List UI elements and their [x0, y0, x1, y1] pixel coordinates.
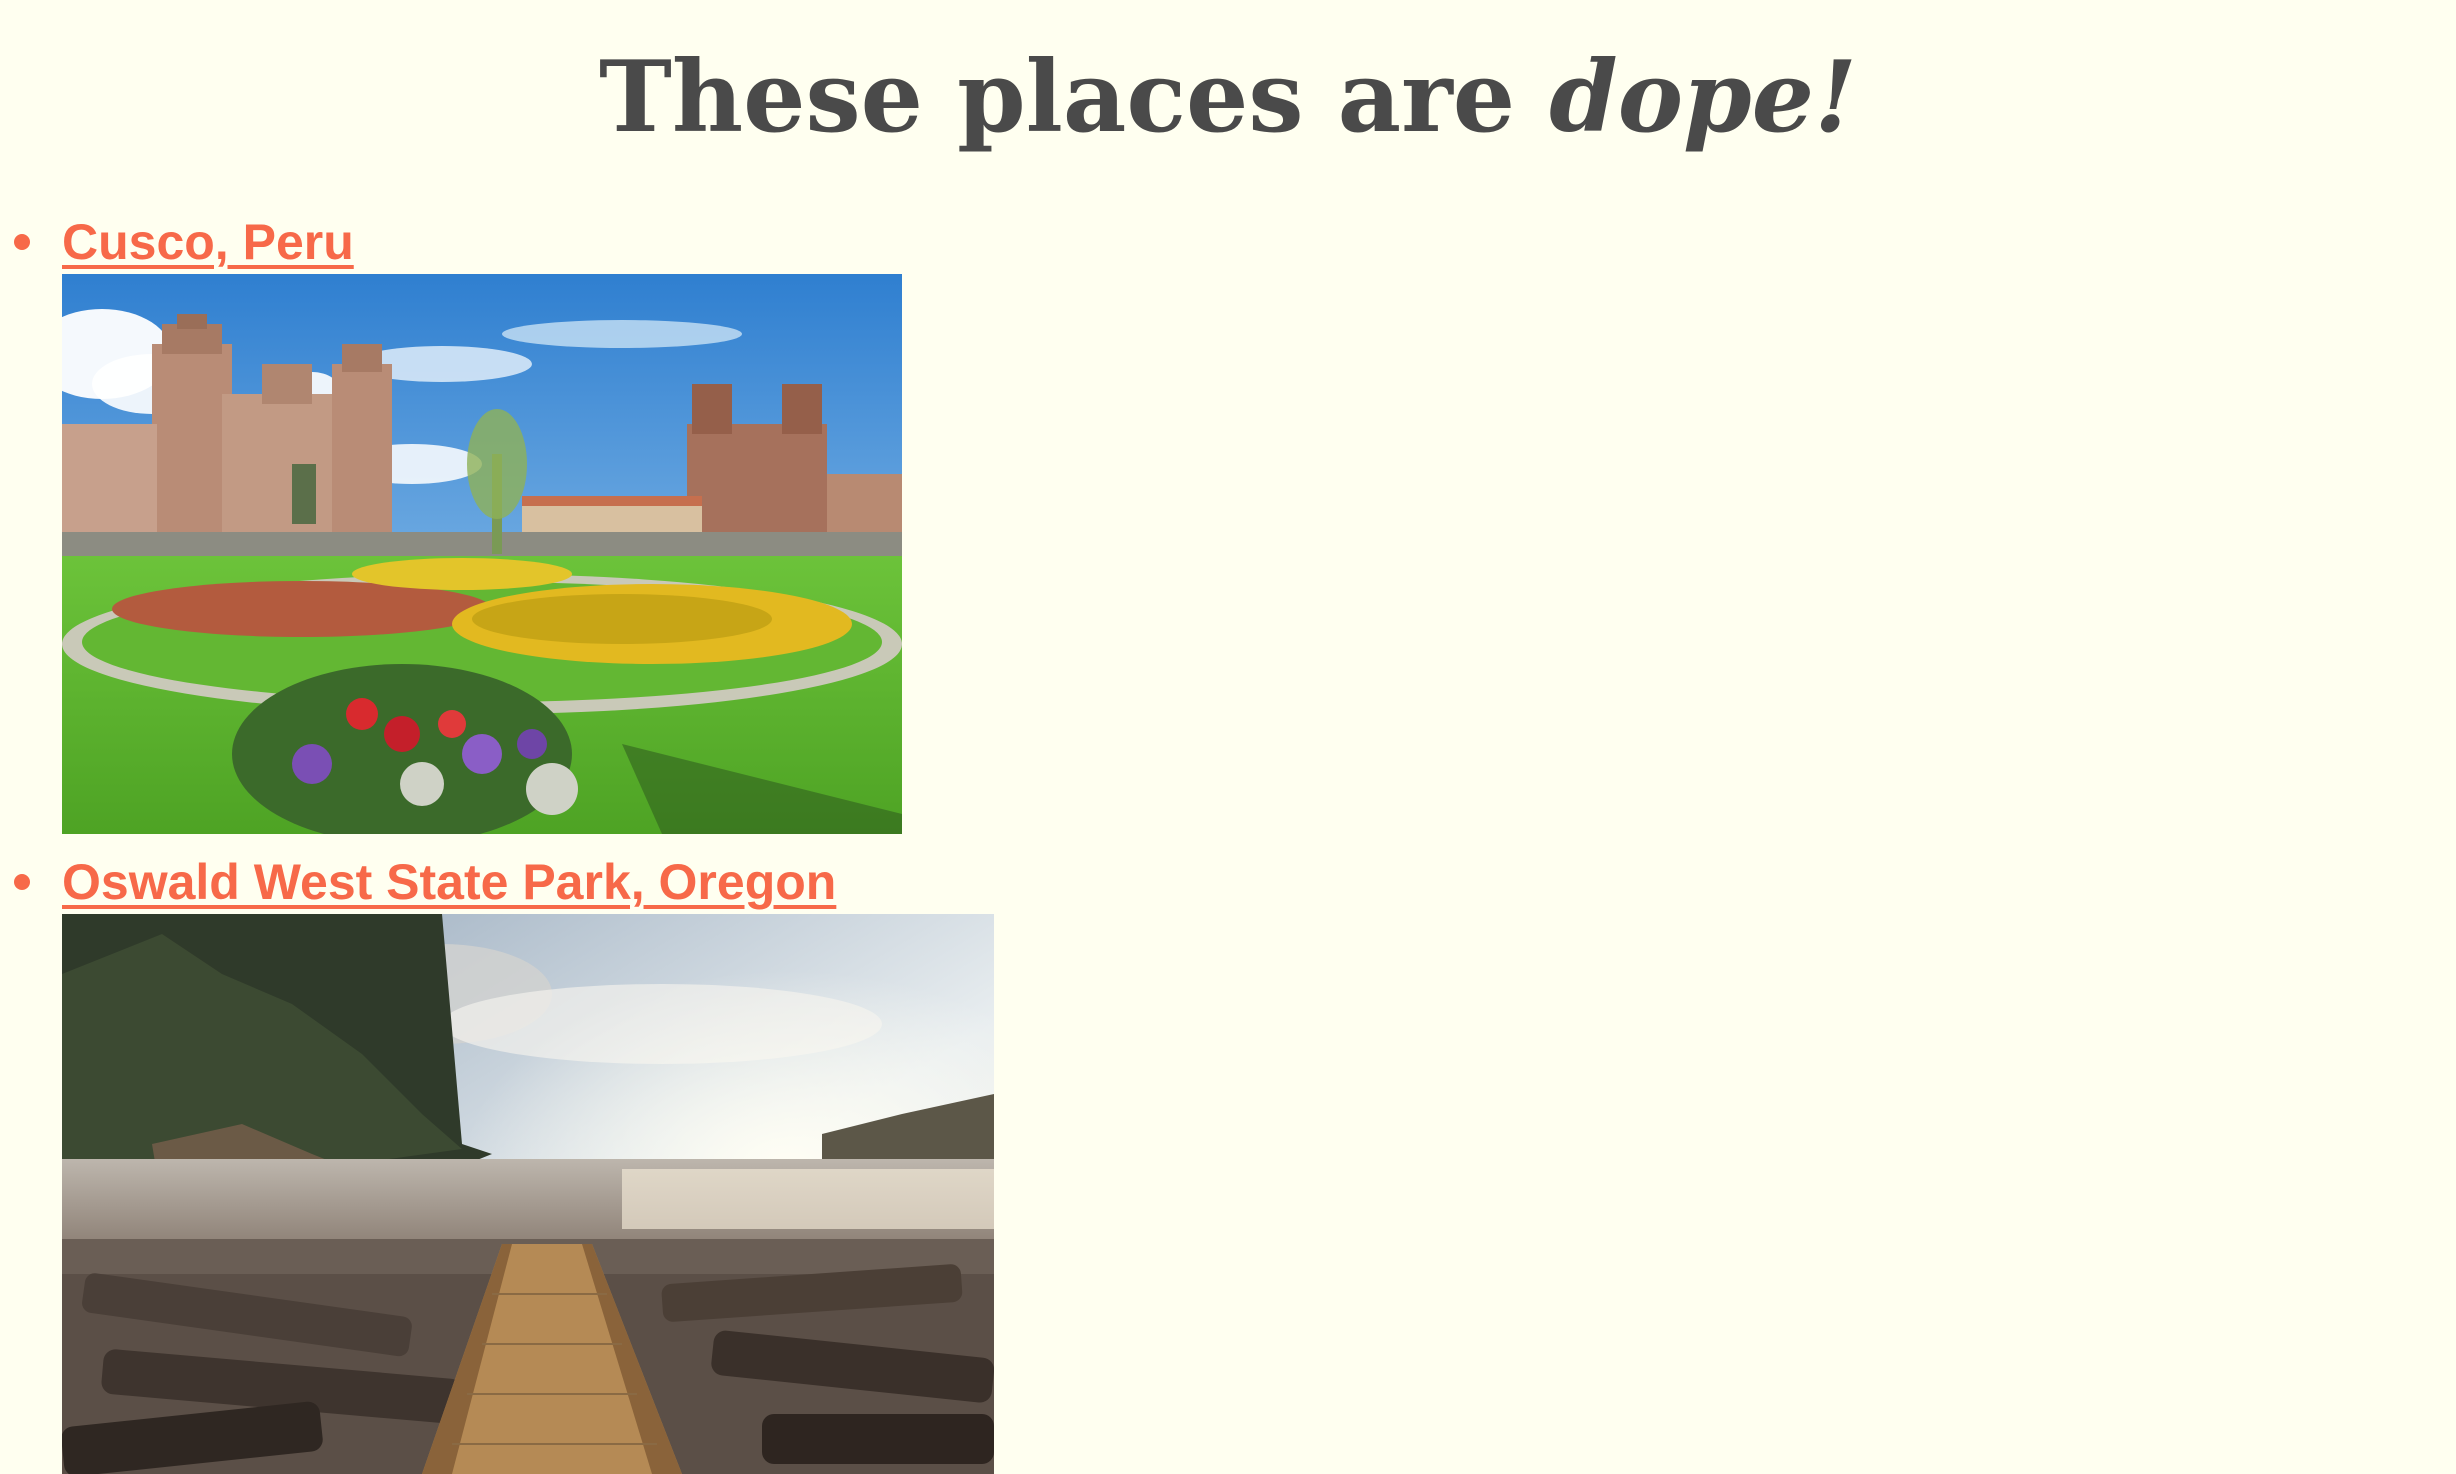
oswald-west-photo	[62, 914, 994, 1474]
bullet-icon	[14, 874, 30, 890]
page-title-emphasis: dope!	[1549, 40, 1858, 155]
place-link-cusco[interactable]: Cusco, Peru	[62, 210, 994, 274]
list-item: Oswald West State Park, Oregon	[0, 850, 994, 1474]
page-title: These places are dope!	[0, 38, 2456, 158]
place-link-oswald-west[interactable]: Oswald West State Park, Oregon	[62, 850, 994, 914]
places-list: Cusco, Peru Oswald West State Park, Oreg…	[0, 210, 994, 1474]
list-item: Cusco, Peru	[0, 210, 994, 834]
page-title-text: These places are	[598, 40, 1550, 155]
cusco-photo	[62, 274, 902, 834]
bullet-icon	[14, 234, 30, 250]
